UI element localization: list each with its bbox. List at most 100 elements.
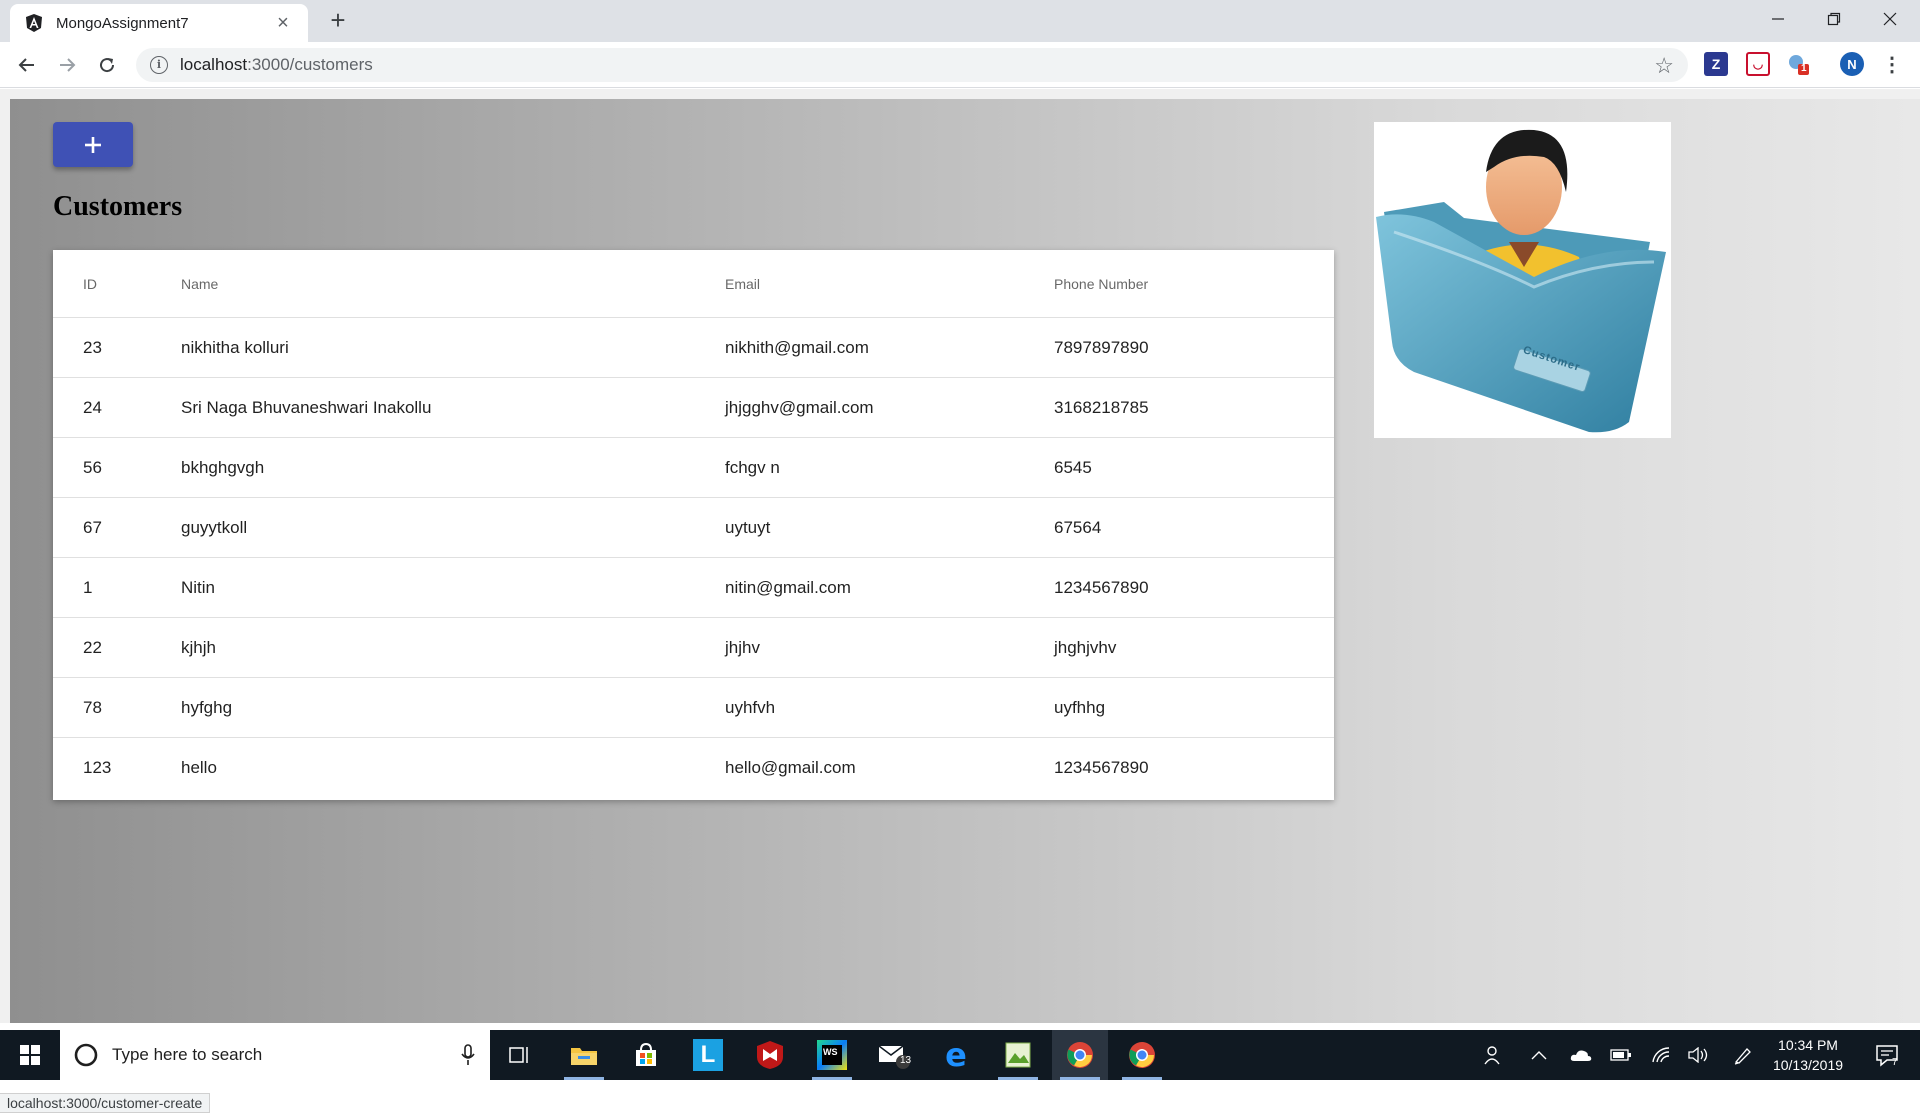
table-body: 23 nikhitha kolluri nikhith@gmail.com 78978… <box>53 318 1334 798</box>
address-bar[interactable]: i localhost:3000/customers ☆ <box>136 48 1688 82</box>
taskbar: Type here to search L WS 13 e 10:34 PM 1… <box>0 1030 1920 1080</box>
cell-id: 24 <box>83 397 102 417</box>
column-header-name[interactable]: Name <box>181 276 218 292</box>
reload-button[interactable] <box>92 50 122 80</box>
tab-title: MongoAssignment7 <box>56 14 189 32</box>
cell-name: nikhitha kolluri <box>181 337 289 357</box>
cell-name: hyfghg <box>181 697 233 717</box>
mail-badge: 13 <box>900 1055 912 1066</box>
angular-icon <box>24 13 44 33</box>
cell-id: 67 <box>83 517 102 537</box>
show-hidden-icons-chevron-icon[interactable] <box>1524 1030 1554 1080</box>
microsoft-store-icon[interactable] <box>618 1030 674 1080</box>
system-clock[interactable]: 10:34 PM 10/13/2019 <box>1762 1035 1854 1075</box>
wifi-icon[interactable] <box>1646 1030 1676 1080</box>
minimize-icon <box>1772 18 1784 20</box>
image-viewer-icon[interactable] <box>990 1030 1046 1080</box>
pocket-extension-icon[interactable]: ◡ <box>1746 52 1770 76</box>
table-row[interactable]: 1 Nitin nitin@gmail.com 1234567890 <box>53 558 1334 618</box>
cortana-icon <box>74 1043 98 1067</box>
browser-menu-icon[interactable]: ⋮ <box>1880 52 1904 76</box>
cell-name: Sri Naga Bhuvaneshwari Inakollu <box>181 397 432 417</box>
taskbar-search-box[interactable]: Type here to search <box>60 1030 490 1080</box>
table-row[interactable]: 67 guyytkoll uytuyt 67564 <box>53 498 1334 558</box>
restore-icon <box>1827 12 1841 26</box>
back-arrow-icon <box>18 58 34 72</box>
clock-time: 10:34 PM <box>1778 1037 1838 1053</box>
launcher-l-icon[interactable]: L <box>680 1030 736 1080</box>
url-path: :3000/customers <box>247 55 373 74</box>
cell-name: kjhjh <box>181 637 216 657</box>
table-row[interactable]: 123 hello hello@gmail.com 1234567890 <box>53 738 1334 798</box>
page-viewport: Customers ID Name Email Phone Number 23 n… <box>0 89 1920 1113</box>
browser-tab[interactable]: MongoAssignment7 × <box>10 4 308 42</box>
task-view-icon[interactable] <box>492 1030 548 1080</box>
column-header-email[interactable]: Email <box>725 276 760 292</box>
zotero-extension-icon[interactable]: Z <box>1704 52 1728 76</box>
windows-logo-icon <box>20 1045 40 1065</box>
new-tab-button[interactable]: + <box>324 7 352 35</box>
profile-avatar[interactable]: N <box>1840 52 1864 76</box>
clock-date: 10/13/2019 <box>1772 1057 1844 1073</box>
cell-id: 56 <box>83 457 102 477</box>
url-host: localhost <box>180 55 248 74</box>
extension-badge: 1 <box>1801 63 1807 74</box>
notification-count: 7 <box>1892 1057 1898 1068</box>
cell-phone: 1234567890 <box>1054 577 1149 597</box>
restore-button[interactable] <box>1806 0 1862 38</box>
mail-icon[interactable]: 13 <box>866 1030 922 1080</box>
close-tab-icon[interactable]: × <box>272 12 294 34</box>
mcafee-icon[interactable] <box>742 1030 798 1080</box>
add-customer-button[interactable] <box>53 122 133 167</box>
battery-icon[interactable] <box>1606 1030 1636 1080</box>
minimize-button[interactable] <box>1750 0 1806 38</box>
cell-email: uyhfvh <box>725 697 776 717</box>
translate-extension-icon[interactable]: 1 <box>1786 52 1810 76</box>
cell-phone: 67564 <box>1054 517 1102 537</box>
cell-name: Nitin <box>181 577 216 597</box>
app-background: Customers ID Name Email Phone Number 23 n… <box>10 99 1920 1023</box>
table-row[interactable]: 24 Sri Naga Bhuvaneshwari Inakollu jhjgghv… <box>53 378 1334 438</box>
info-icon[interactable]: i <box>150 56 168 74</box>
volume-icon[interactable] <box>1684 1030 1714 1080</box>
table-row[interactable]: 78 hyfghg uyhfvh uyfhhg <box>53 678 1334 738</box>
column-header-phone[interactable]: Phone Number <box>1054 276 1148 292</box>
cell-name: bkhghgvgh <box>181 457 265 477</box>
action-center-button[interactable]: 7 <box>1862 1030 1912 1080</box>
status-url-tooltip: localhost:3000/customer-create <box>0 1093 211 1113</box>
pen-workspace-icon[interactable] <box>1728 1030 1758 1080</box>
start-button[interactable] <box>0 1030 60 1080</box>
webstorm-icon[interactable]: WS <box>804 1030 860 1080</box>
edge-icon[interactable]: e <box>928 1030 984 1080</box>
chrome-icon[interactable] <box>1052 1030 1108 1080</box>
onedrive-cloud-icon[interactable] <box>1566 1030 1596 1080</box>
reload-icon <box>100 58 115 73</box>
page-title: Customers <box>53 191 183 222</box>
url-text: localhost:3000/customers <box>180 55 373 75</box>
microphone-icon[interactable] <box>460 1044 476 1066</box>
cell-email: jhjgghv@gmail.com <box>725 397 874 417</box>
back-button[interactable] <box>12 50 42 80</box>
close-icon <box>1883 12 1897 26</box>
chrome-second-window-icon[interactable] <box>1114 1030 1170 1080</box>
cell-email: jhjhv <box>725 637 760 657</box>
browser-toolbar: i localhost:3000/customers ☆ Z ◡ 1 N ⋮ <box>0 42 1920 88</box>
customers-table: ID Name Email Phone Number 23 nikhitha ko… <box>53 250 1334 800</box>
table-row[interactable]: 23 nikhitha kolluri nikhith@gmail.com 78978… <box>53 318 1334 378</box>
cell-phone: 6545 <box>1054 457 1092 477</box>
table-row[interactable]: 22 kjhjh jhjhv jhghjvhv <box>53 618 1334 678</box>
cell-phone: 1234567890 <box>1054 758 1149 777</box>
cell-id: 78 <box>83 697 102 717</box>
file-explorer-icon[interactable] <box>556 1030 612 1080</box>
cell-email: hello@gmail.com <box>725 758 856 777</box>
column-header-id[interactable]: ID <box>83 276 97 292</box>
search-placeholder: Type here to search <box>112 1045 263 1064</box>
bookmark-star-icon[interactable]: ☆ <box>1654 53 1674 79</box>
customer-folder-image: Customer <box>1374 122 1671 438</box>
table-row[interactable]: 56 bkhghgvgh fchgv n 6545 <box>53 438 1334 498</box>
cell-phone: uyfhhg <box>1054 697 1106 717</box>
cell-id: 123 <box>83 758 112 777</box>
forward-button[interactable] <box>52 50 82 80</box>
close-window-button[interactable] <box>1862 0 1918 38</box>
people-icon[interactable] <box>1478 1030 1510 1080</box>
